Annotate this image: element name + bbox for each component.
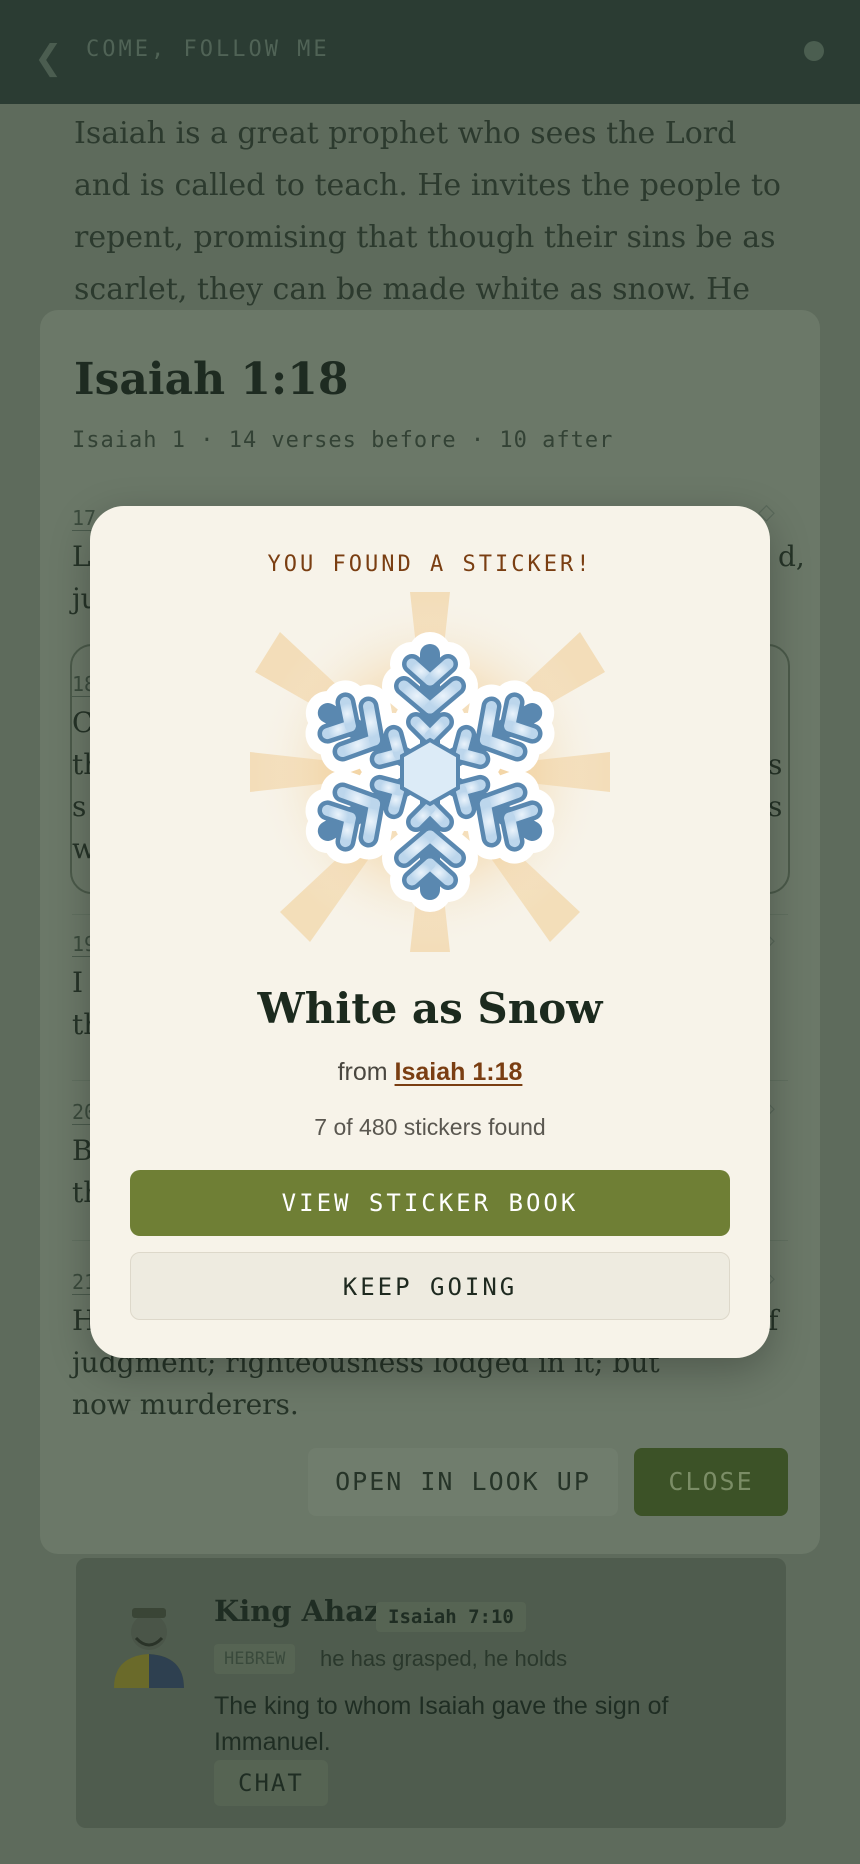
- sticker-eyebrow: YOU FOUND A STICKER!: [267, 552, 593, 577]
- verse-text[interactable]: s: [768, 744, 808, 786]
- name-meaning: he has grasped, he holds: [320, 1646, 568, 1671]
- keep-going-button[interactable]: KEEP GOING: [130, 1252, 730, 1320]
- person-reference[interactable]: Isaiah 7:10: [376, 1602, 526, 1632]
- snowflake-icon: [250, 592, 610, 952]
- verse-text[interactable]: d,: [778, 536, 838, 578]
- view-sticker-book-button[interactable]: VIEW STICKER BOOK: [130, 1170, 730, 1236]
- page-title: COME, FOLLOW ME: [86, 37, 330, 62]
- language-tag: HEBREW: [214, 1644, 296, 1674]
- king-avatar-icon: [114, 1608, 184, 1688]
- dot-icon[interactable]: [804, 41, 824, 61]
- person-description: The king to whom Isaiah gave the sign of…: [214, 1692, 669, 1756]
- sticker-source: from Isaiah 1:18: [90, 1058, 770, 1087]
- verse-link[interactable]: Isaiah 1:18: [395, 1058, 523, 1086]
- sticker-name: White as Snow: [257, 984, 603, 1033]
- sheet-subtitle: Isaiah 1 · 14 verses before · 10 after: [72, 428, 614, 453]
- sticker-modal: YOU FOUND A STICKER! White as Snow from …: [90, 506, 770, 1358]
- chevron-left-icon[interactable]: ❮: [34, 38, 63, 78]
- sheet-title: Isaiah 1:18: [74, 354, 349, 405]
- chat-button[interactable]: CHAT: [214, 1760, 328, 1806]
- sticker-count: 7 of 480 stickers found: [314, 1114, 546, 1140]
- person-name: King Ahaz: [214, 1594, 381, 1628]
- verse-text[interactable]: s: [768, 786, 808, 828]
- close-button[interactable]: CLOSE: [634, 1448, 788, 1516]
- open-in-look-up-button[interactable]: OPEN IN LOOK UP: [308, 1448, 618, 1516]
- person-card[interactable]: King Ahaz Isaiah 7:10 HEBREW he has gras…: [76, 1558, 786, 1828]
- verse-text[interactable]: f: [768, 1300, 808, 1342]
- intro-paragraph: Isaiah is a great prophet who sees the L…: [74, 116, 781, 307]
- from-prefix: from: [337, 1058, 388, 1086]
- top-bar: ❮ COME, FOLLOW ME: [0, 0, 860, 104]
